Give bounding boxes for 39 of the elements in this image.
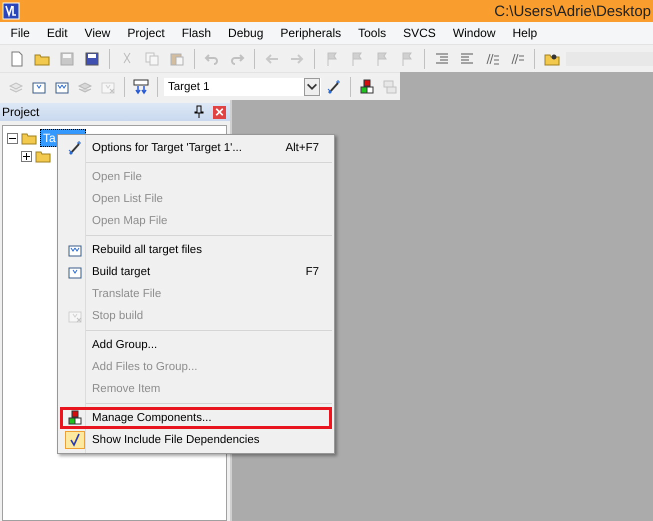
panel-title: Project bbox=[2, 105, 40, 119]
outdent-icon bbox=[459, 50, 475, 66]
menu-item[interactable]: View bbox=[76, 26, 119, 40]
menu-item[interactable]: Flash bbox=[173, 26, 220, 40]
plus-icon bbox=[23, 152, 30, 160]
save-icon bbox=[59, 50, 75, 66]
menu-item[interactable]: Window bbox=[444, 26, 504, 40]
menu-item[interactable]: File bbox=[2, 26, 38, 40]
close-button[interactable] bbox=[213, 106, 226, 118]
copy-icon bbox=[144, 50, 160, 66]
paste-icon bbox=[169, 50, 185, 66]
expand-toggle[interactable] bbox=[21, 150, 32, 162]
menu-option[interactable]: Add Group... bbox=[60, 334, 332, 356]
menu-item[interactable]: Project bbox=[118, 26, 174, 40]
new-file-icon bbox=[9, 50, 25, 66]
expand-toggle[interactable] bbox=[7, 132, 18, 144]
checkbox[interactable] bbox=[65, 431, 85, 449]
menu-option[interactable]: Options for Target 'Target 1'... Alt+F7 bbox=[60, 137, 332, 159]
menu-item[interactable]: SVCS bbox=[394, 26, 444, 40]
menu-item[interactable]: Edit bbox=[38, 26, 76, 40]
menu-item[interactable]: Debug bbox=[220, 26, 272, 40]
components-icon bbox=[67, 410, 83, 426]
menu-option[interactable]: Build target F7 bbox=[60, 261, 332, 283]
options-wand-icon bbox=[326, 78, 342, 94]
menu-option[interactable]: Show Include File Dependencies bbox=[60, 429, 332, 451]
menu-item[interactable]: Tools bbox=[350, 26, 395, 40]
indent-icon bbox=[434, 50, 450, 66]
menu-item[interactable]: Peripherals bbox=[272, 26, 350, 40]
menu-item[interactable]: Help bbox=[504, 26, 546, 40]
windows-icon bbox=[382, 78, 398, 94]
menu-option[interactable]: Manage Components... bbox=[60, 407, 332, 429]
app-logo-icon bbox=[2, 2, 20, 20]
download-icon bbox=[133, 78, 150, 94]
window-title: C:\Users\Adrie\Desktop bbox=[494, 2, 652, 20]
components-icon bbox=[358, 78, 375, 94]
menu-option[interactable]: Rebuild all target files bbox=[60, 239, 332, 261]
target-select[interactable]: Target 1 bbox=[164, 78, 321, 96]
save-all-icon bbox=[84, 50, 100, 66]
wand-icon bbox=[67, 140, 83, 156]
